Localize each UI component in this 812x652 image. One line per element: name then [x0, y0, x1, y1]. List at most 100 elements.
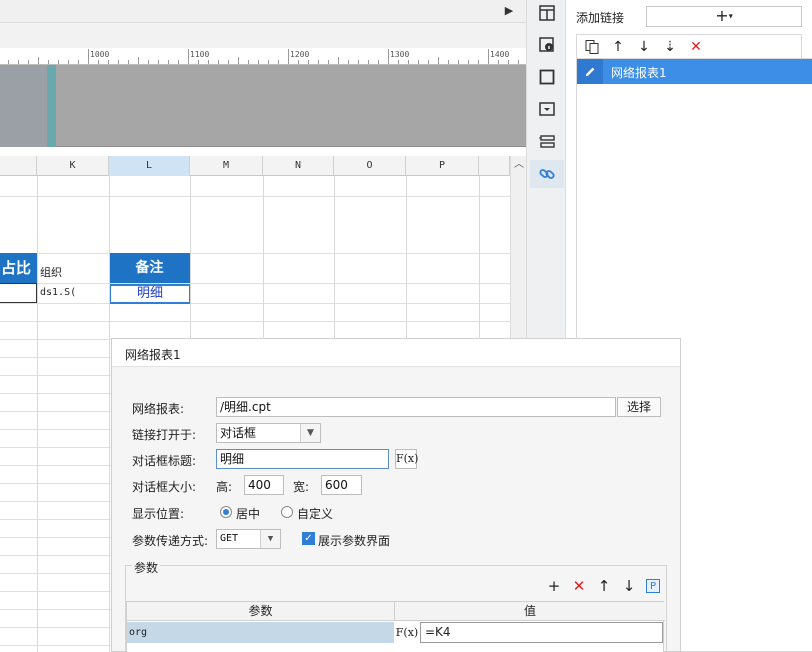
ruler-tick [288, 49, 289, 64]
position-label: 显示位置: [132, 507, 185, 521]
position-center-radio[interactable] [220, 506, 232, 518]
list-form-icon[interactable] [537, 131, 557, 151]
ruler-tick [488, 49, 489, 64]
ruler-tick [268, 60, 269, 64]
dropdown-box-icon[interactable] [537, 99, 557, 119]
square-icon[interactable] [537, 67, 557, 87]
ruler-tick [18, 60, 19, 64]
move-up-icon[interactable]: ↑ [608, 37, 628, 57]
cell-header-ratio[interactable]: 占比 [0, 253, 37, 283]
width-label: 宽: [293, 480, 310, 494]
cell-ratio-value[interactable] [0, 283, 37, 303]
copy-icon[interactable] [582, 37, 602, 57]
cell-organization-label[interactable]: 组织 [40, 264, 62, 280]
add-param-icon[interactable]: + [545, 577, 563, 595]
cell-detail-link[interactable]: 明细 [109, 284, 191, 304]
delete-icon[interactable]: ✕ [686, 37, 706, 57]
cell-header-remark[interactable]: 备注 [109, 253, 190, 283]
ruler-label: 1300 [390, 50, 410, 59]
height-label: 高: [216, 480, 233, 494]
params-table-header: 参数 值 [127, 602, 665, 621]
ruler-tick [118, 60, 119, 64]
column-header-value[interactable]: 值 [395, 602, 665, 621]
chevron-down-icon: ▼ [300, 424, 320, 442]
ruler-label: 1000 [90, 50, 110, 59]
position-center-label: 居中 [236, 507, 261, 521]
ruler-tick [208, 60, 209, 64]
columns-layout-icon[interactable] [537, 3, 557, 23]
cell-dataset-formula[interactable]: ds1.S( [40, 287, 76, 298]
move-down-icon[interactable]: ↓ [620, 577, 638, 595]
move-down-icon[interactable]: ↓ [634, 37, 654, 57]
scroll-up-icon[interactable]: ︿ [511, 158, 527, 172]
method-select[interactable]: GET ▼ [216, 529, 281, 549]
ruler-tick [178, 60, 179, 64]
report-path-input[interactable]: /明细.cpt [216, 397, 616, 417]
dialog-titlebar: 网络报表1 [112, 339, 680, 367]
ruler-tick [368, 60, 369, 64]
ruler-tick [138, 57, 139, 64]
method-value: GET [220, 533, 239, 544]
grid-row-line [0, 321, 510, 322]
report-designer-window: ▶ 1000 1100 1200 1300 1400 KLMNOP 占比 组织 备注 d… [0, 0, 812, 652]
ruler-tick [428, 60, 429, 64]
ruler-tick [308, 60, 309, 64]
hyperlink-panel-title: 添加链接 [576, 11, 625, 25]
list-item-label: 网络报表1 [611, 66, 667, 80]
ruler-tick [498, 60, 499, 64]
column-header-k[interactable]: K [37, 156, 109, 176]
pencil-icon [577, 59, 603, 84]
add-link-button[interactable]: +▾ [646, 6, 802, 27]
param-p-icon[interactable]: P [646, 579, 660, 593]
column-header-m[interactable]: M [190, 156, 263, 176]
list-item[interactable]: 网络报表1 [577, 59, 812, 84]
cell-info-icon[interactable] [537, 35, 557, 55]
delete-param-icon[interactable]: ✕ [570, 577, 588, 595]
column-header[interactable] [0, 156, 37, 176]
show-params-checkbox[interactable]: ✓ [302, 532, 315, 545]
designer-header-area [0, 23, 526, 48]
param-name-cell[interactable]: org [127, 622, 394, 643]
column-header[interactable] [479, 156, 510, 176]
dialog-title-input[interactable]: 明细 [216, 449, 389, 469]
ruler-tick [418, 60, 419, 64]
move-up-icon[interactable]: ↑ [595, 577, 613, 595]
params-table: 参数 值 org F(x) =K4 [126, 601, 665, 652]
dialog-title-label: 对话框标题: [132, 454, 197, 468]
open-in-select[interactable]: 对话框 ▼ [216, 423, 321, 443]
height-input[interactable]: 400 [244, 475, 284, 495]
ruler-tick [348, 60, 349, 64]
plus-icon: + [715, 6, 729, 25]
show-params-label: 展示参数界面 [318, 534, 391, 548]
ruler-tick [378, 60, 379, 64]
ruler-tick [38, 57, 39, 64]
select-button[interactable]: 选择 [617, 397, 661, 417]
column-header-n[interactable]: N [263, 156, 334, 176]
width-input[interactable]: 600 [321, 475, 362, 495]
ruler-tick [218, 60, 219, 64]
ruler-label: 1200 [290, 50, 310, 59]
ruler-tick [8, 60, 9, 64]
param-value-cell[interactable]: =K4 [420, 622, 663, 643]
column-header-o[interactable]: O [334, 156, 406, 176]
grid-row-line [0, 303, 510, 304]
column-header-row: KLMNOP [0, 156, 510, 176]
move-to-bottom-icon[interactable]: ⇣ [660, 37, 680, 57]
corner-menu-icon[interactable]: ▶ [501, 3, 517, 19]
link-icon[interactable] [537, 164, 557, 184]
ruler-tick [48, 60, 49, 64]
formula-button[interactable]: F(x) [395, 449, 418, 469]
ruler-tick [228, 60, 229, 64]
column-header-l[interactable]: L [109, 156, 190, 176]
page-canvas-area[interactable] [0, 65, 526, 147]
grid-row-line [0, 196, 510, 197]
table-row[interactable]: org F(x) =K4 [127, 622, 665, 643]
position-custom-radio[interactable] [281, 506, 293, 518]
column-header-p[interactable]: P [406, 156, 479, 176]
ruler-tick [448, 60, 449, 64]
column-header-param[interactable]: 参数 [127, 602, 394, 621]
ruler-tick [28, 60, 29, 64]
formula-button[interactable]: F(x) [395, 622, 419, 643]
canvas-position-marker[interactable] [47, 65, 56, 147]
grid-row-line [0, 253, 510, 254]
